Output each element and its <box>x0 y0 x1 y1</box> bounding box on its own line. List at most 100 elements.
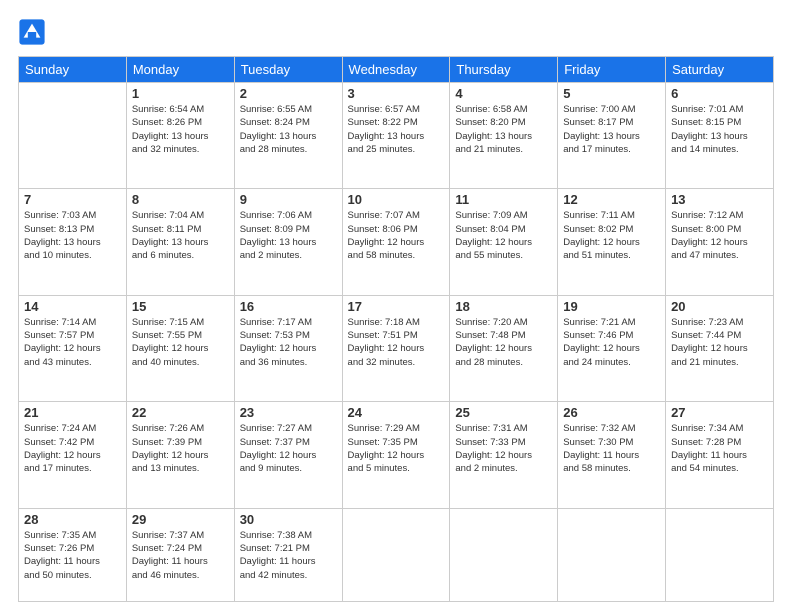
table-row <box>450 508 558 601</box>
day-number: 23 <box>240 405 337 420</box>
table-row: 21 Sunrise: 7:24 AMSunset: 7:42 PMDayligh… <box>19 402 127 508</box>
day-number: 9 <box>240 192 337 207</box>
day-number: 24 <box>348 405 445 420</box>
col-sunday: Sunday <box>19 57 127 83</box>
day-info: Sunrise: 7:18 AMSunset: 7:51 PMDaylight:… <box>348 316 445 369</box>
day-info: Sunrise: 7:20 AMSunset: 7:48 PMDaylight:… <box>455 316 552 369</box>
day-info: Sunrise: 7:29 AMSunset: 7:35 PMDaylight:… <box>348 422 445 475</box>
col-tuesday: Tuesday <box>234 57 342 83</box>
day-number: 4 <box>455 86 552 101</box>
day-info: Sunrise: 7:37 AMSunset: 7:24 PMDaylight:… <box>132 529 229 582</box>
table-row: 7 Sunrise: 7:03 AMSunset: 8:13 PMDaylight… <box>19 189 127 295</box>
day-number: 11 <box>455 192 552 207</box>
day-number: 14 <box>24 299 121 314</box>
day-number: 17 <box>348 299 445 314</box>
table-row: 23 Sunrise: 7:27 AMSunset: 7:37 PMDayligh… <box>234 402 342 508</box>
calendar-header-row: Sunday Monday Tuesday Wednesday Thursday… <box>19 57 774 83</box>
day-number: 26 <box>563 405 660 420</box>
day-number: 5 <box>563 86 660 101</box>
day-number: 8 <box>132 192 229 207</box>
day-number: 13 <box>671 192 768 207</box>
table-row: 24 Sunrise: 7:29 AMSunset: 7:35 PMDayligh… <box>342 402 450 508</box>
day-info: Sunrise: 6:57 AMSunset: 8:22 PMDaylight:… <box>348 103 445 156</box>
day-number: 3 <box>348 86 445 101</box>
day-info: Sunrise: 7:35 AMSunset: 7:26 PMDaylight:… <box>24 529 121 582</box>
table-row <box>342 508 450 601</box>
day-number: 27 <box>671 405 768 420</box>
day-info: Sunrise: 7:06 AMSunset: 8:09 PMDaylight:… <box>240 209 337 262</box>
table-row: 10 Sunrise: 7:07 AMSunset: 8:06 PMDayligh… <box>342 189 450 295</box>
day-number: 2 <box>240 86 337 101</box>
day-number: 20 <box>671 299 768 314</box>
table-row: 13 Sunrise: 7:12 AMSunset: 8:00 PMDayligh… <box>666 189 774 295</box>
day-info: Sunrise: 7:12 AMSunset: 8:00 PMDaylight:… <box>671 209 768 262</box>
table-row: 20 Sunrise: 7:23 AMSunset: 7:44 PMDayligh… <box>666 295 774 401</box>
table-row: 22 Sunrise: 7:26 AMSunset: 7:39 PMDayligh… <box>126 402 234 508</box>
day-info: Sunrise: 7:38 AMSunset: 7:21 PMDaylight:… <box>240 529 337 582</box>
day-info: Sunrise: 7:24 AMSunset: 7:42 PMDaylight:… <box>24 422 121 475</box>
day-number: 22 <box>132 405 229 420</box>
day-info: Sunrise: 7:32 AMSunset: 7:30 PMDaylight:… <box>563 422 660 475</box>
col-wednesday: Wednesday <box>342 57 450 83</box>
day-info: Sunrise: 7:31 AMSunset: 7:33 PMDaylight:… <box>455 422 552 475</box>
day-number: 25 <box>455 405 552 420</box>
day-number: 29 <box>132 512 229 527</box>
day-number: 19 <box>563 299 660 314</box>
col-saturday: Saturday <box>666 57 774 83</box>
table-row: 19 Sunrise: 7:21 AMSunset: 7:46 PMDayligh… <box>558 295 666 401</box>
day-info: Sunrise: 7:04 AMSunset: 8:11 PMDaylight:… <box>132 209 229 262</box>
day-number: 16 <box>240 299 337 314</box>
day-info: Sunrise: 7:07 AMSunset: 8:06 PMDaylight:… <box>348 209 445 262</box>
table-row: 3 Sunrise: 6:57 AMSunset: 8:22 PMDaylight… <box>342 83 450 189</box>
col-thursday: Thursday <box>450 57 558 83</box>
table-row: 9 Sunrise: 7:06 AMSunset: 8:09 PMDaylight… <box>234 189 342 295</box>
day-info: Sunrise: 7:23 AMSunset: 7:44 PMDaylight:… <box>671 316 768 369</box>
day-number: 15 <box>132 299 229 314</box>
table-row: 12 Sunrise: 7:11 AMSunset: 8:02 PMDayligh… <box>558 189 666 295</box>
table-row: 16Sunrise: 7:17 AMSunset: 7:53 PMDayligh… <box>234 295 342 401</box>
day-info: Sunrise: 7:27 AMSunset: 7:37 PMDaylight:… <box>240 422 337 475</box>
day-number: 1 <box>132 86 229 101</box>
table-row: 11 Sunrise: 7:09 AMSunset: 8:04 PMDayligh… <box>450 189 558 295</box>
table-row: 18 Sunrise: 7:20 AMSunset: 7:48 PMDayligh… <box>450 295 558 401</box>
day-info: Sunrise: 6:54 AMSunset: 8:26 PMDaylight:… <box>132 103 229 156</box>
day-info: Sunrise: 6:58 AMSunset: 8:20 PMDaylight:… <box>455 103 552 156</box>
table-row <box>666 508 774 601</box>
col-friday: Friday <box>558 57 666 83</box>
day-info: Sunrise: 7:00 AMSunset: 8:17 PMDaylight:… <box>563 103 660 156</box>
table-row: 4 Sunrise: 6:58 AMSunset: 8:20 PMDaylight… <box>450 83 558 189</box>
day-number: 12 <box>563 192 660 207</box>
table-row: 5 Sunrise: 7:00 AMSunset: 8:17 PMDaylight… <box>558 83 666 189</box>
table-row: 6 Sunrise: 7:01 AMSunset: 8:15 PMDaylight… <box>666 83 774 189</box>
day-number: 6 <box>671 86 768 101</box>
day-number: 7 <box>24 192 121 207</box>
table-row: 8 Sunrise: 7:04 AMSunset: 8:11 PMDaylight… <box>126 189 234 295</box>
day-info: Sunrise: 6:55 AMSunset: 8:24 PMDaylight:… <box>240 103 337 156</box>
table-row: 27 Sunrise: 7:34 AMSunset: 7:28 PMDayligh… <box>666 402 774 508</box>
table-row <box>558 508 666 601</box>
table-row <box>19 83 127 189</box>
table-row: 26 Sunrise: 7:32 AMSunset: 7:30 PMDayligh… <box>558 402 666 508</box>
table-row: 17 Sunrise: 7:18 AMSunset: 7:51 PMDayligh… <box>342 295 450 401</box>
day-info: Sunrise: 7:01 AMSunset: 8:15 PMDaylight:… <box>671 103 768 156</box>
day-number: 18 <box>455 299 552 314</box>
calendar-table: Sunday Monday Tuesday Wednesday Thursday… <box>18 56 774 602</box>
table-row: 14Sunrise: 7:14 AMSunset: 7:57 PMDayligh… <box>19 295 127 401</box>
day-number: 10 <box>348 192 445 207</box>
logo-icon <box>18 18 46 46</box>
table-row: 15 Sunrise: 7:15 AMSunset: 7:55 PMDayligh… <box>126 295 234 401</box>
day-number: 30 <box>240 512 337 527</box>
table-row: 28Sunrise: 7:35 AMSunset: 7:26 PMDayligh… <box>19 508 127 601</box>
day-info: Sunrise: 7:03 AMSunset: 8:13 PMDaylight:… <box>24 209 121 262</box>
day-info: Sunrise: 7:15 AMSunset: 7:55 PMDaylight:… <box>132 316 229 369</box>
day-info: Sunrise: 7:26 AMSunset: 7:39 PMDaylight:… <box>132 422 229 475</box>
table-row: 1 Sunrise: 6:54 AMSunset: 8:26 PMDaylight… <box>126 83 234 189</box>
day-info: Sunrise: 7:21 AMSunset: 7:46 PMDaylight:… <box>563 316 660 369</box>
day-info: Sunrise: 7:34 AMSunset: 7:28 PMDaylight:… <box>671 422 768 475</box>
day-info: Sunrise: 7:09 AMSunset: 8:04 PMDaylight:… <box>455 209 552 262</box>
table-row: 25 Sunrise: 7:31 AMSunset: 7:33 PMDayligh… <box>450 402 558 508</box>
logo <box>18 18 48 46</box>
day-info: Sunrise: 7:11 AMSunset: 8:02 PMDaylight:… <box>563 209 660 262</box>
table-row: 30 Sunrise: 7:38 AMSunset: 7:21 PMDayligh… <box>234 508 342 601</box>
day-number: 21 <box>24 405 121 420</box>
